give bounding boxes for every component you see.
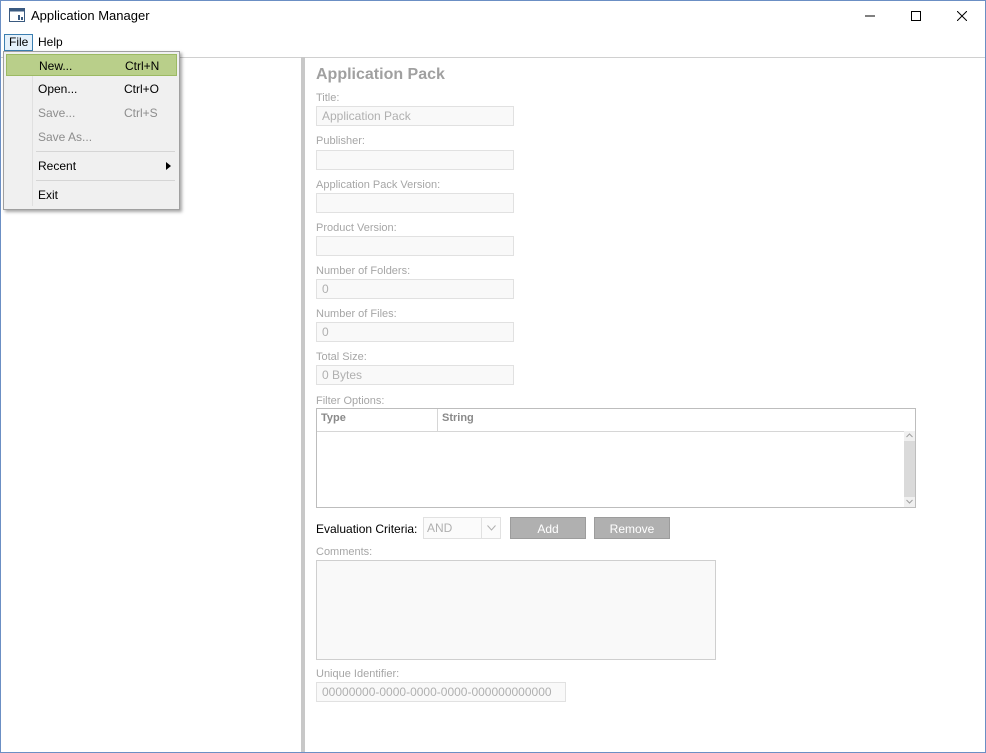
scroll-up-icon[interactable] (906, 432, 913, 439)
table-header: Type String (317, 409, 915, 432)
menu-item-label: Save... (38, 106, 76, 120)
column-header-type[interactable]: Type (317, 409, 438, 431)
menu-file[interactable]: File (4, 34, 34, 51)
menu-item-label: Open... (38, 82, 78, 96)
unique-identifier-field[interactable]: 00000000-0000-0000-0000-000000000000 (316, 682, 566, 702)
scroll-down-icon[interactable] (906, 498, 913, 505)
close-icon (957, 11, 967, 21)
menu-item-label: New... (39, 59, 73, 73)
menu-item-label: Exit (38, 188, 59, 202)
menu-item-shortcut: Ctrl+O (124, 82, 160, 96)
evaluation-criteria-select[interactable]: AND (423, 517, 501, 539)
section-title: Application Pack (316, 66, 445, 83)
menu-item-save[interactable]: Save... Ctrl+S (6, 102, 177, 124)
menu-separator (36, 151, 175, 152)
minimize-button[interactable] (847, 1, 893, 31)
menu-item-exit[interactable]: Exit (6, 184, 177, 206)
menu-item-shortcut: Ctrl+N (125, 59, 160, 73)
comments-field[interactable] (316, 560, 716, 660)
scrollbar-thumb[interactable] (904, 441, 915, 497)
product-version-label: Product Version: (316, 222, 397, 234)
title-bar[interactable]: Application Manager (1, 1, 985, 31)
chevron-down-icon (481, 518, 501, 538)
menu-item-new[interactable]: New... Ctrl+N (6, 54, 177, 76)
menu-item-save-as[interactable]: Save As... (6, 126, 177, 148)
menu-item-label: Recent (38, 159, 77, 173)
unique-identifier-label: Unique Identifier: (316, 668, 400, 680)
menu-item-label: Save As... (38, 130, 93, 144)
product-version-field[interactable] (316, 236, 514, 256)
maximize-button[interactable] (893, 1, 939, 31)
title-field[interactable]: Application Pack (316, 106, 514, 126)
folders-label: Number of Folders: (316, 265, 411, 277)
minimize-icon (865, 15, 875, 17)
vertical-scrollbar[interactable] (904, 431, 915, 507)
filter-label: Filter Options: (316, 395, 385, 407)
column-header-string[interactable]: String (438, 409, 915, 431)
maximize-icon (911, 11, 921, 21)
application-window: Application Manager File Help Applicatio… (0, 0, 986, 753)
files-label: Number of Files: (316, 308, 397, 320)
evaluation-criteria-label: Evaluation Criteria: (316, 522, 418, 536)
file-dropdown-menu: New... Ctrl+N Open... Ctrl+O Save... Ctr… (3, 51, 180, 210)
filter-options-table[interactable]: Type String (316, 408, 916, 508)
add-button[interactable]: Add (510, 517, 586, 539)
menu-help[interactable]: Help (34, 34, 67, 51)
title-label: Title: (316, 92, 340, 104)
application-icon (9, 7, 25, 23)
menu-separator (36, 180, 175, 181)
files-field[interactable]: 0 (316, 322, 514, 342)
comments-label: Comments: (316, 546, 373, 558)
submenu-arrow-icon (166, 162, 171, 170)
close-button[interactable] (939, 1, 985, 31)
evaluation-criteria-value: AND (427, 521, 453, 535)
publisher-label: Publisher: (316, 135, 365, 147)
pack-version-field[interactable] (316, 193, 514, 213)
menu-bar: File Help (1, 33, 985, 52)
publisher-field[interactable] (316, 150, 514, 170)
remove-button[interactable]: Remove (594, 517, 670, 539)
size-label: Total Size: (316, 351, 367, 363)
menu-item-recent[interactable]: Recent (6, 155, 177, 177)
folders-field[interactable]: 0 (316, 279, 514, 299)
pack-version-label: Application Pack Version: (316, 179, 441, 191)
size-field[interactable]: 0 Bytes (316, 365, 514, 385)
menu-item-open[interactable]: Open... Ctrl+O (6, 78, 177, 100)
window-title: Application Manager (31, 8, 150, 23)
details-pane: Application Pack Title: Application Pack… (305, 57, 985, 752)
menu-item-shortcut: Ctrl+S (124, 106, 158, 120)
